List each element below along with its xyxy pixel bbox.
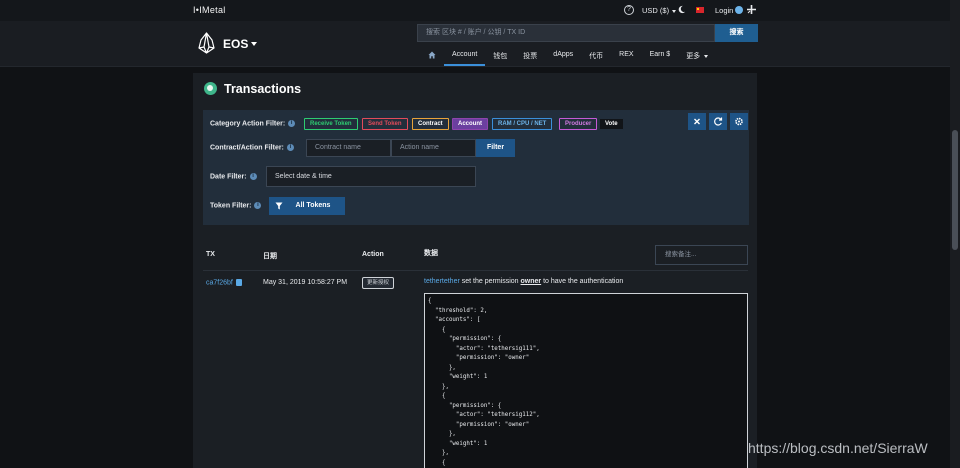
transactions-icon [204, 82, 217, 95]
json-content: { "threshold": 2, "accounts": [ { "permi… [428, 298, 540, 466]
info-icon[interactable]: i [254, 202, 262, 209]
date-filter-label: Date Filter: i [210, 173, 257, 180]
tx-summary: tethertether set the permission owner to… [424, 278, 623, 285]
col-header-action: Action [362, 251, 384, 258]
close-icon [694, 118, 700, 125]
category-filter-text: Category Action Filter: [210, 120, 286, 128]
search-input[interactable]: 搜索 区块 # / 账户 / 公钥 / TX ID [417, 24, 715, 42]
add-icon[interactable] [746, 4, 757, 15]
permission-link[interactable]: owner [521, 278, 542, 285]
action-badge[interactable]: 更新授权 [362, 277, 395, 289]
token-filter-label-value: All Tokens [295, 202, 331, 209]
token-filter-label: Token Filter: i [210, 202, 262, 210]
nav-earn[interactable]: Earn $ [642, 47, 679, 66]
col-header-tx: TX [206, 251, 215, 258]
login-link[interactable]: Login [715, 6, 733, 15]
filter-button[interactable]: Filter [476, 139, 515, 157]
chevron-down-icon[interactable] [251, 42, 257, 46]
category-filter-label: Category Action Filter: i [210, 120, 296, 128]
moon-icon[interactable] [677, 5, 686, 14]
divider [203, 270, 748, 271]
nav-more[interactable]: 更多 [678, 47, 716, 66]
chip-contract[interactable]: Contract [412, 118, 449, 130]
nav-vote[interactable]: 投票 [515, 47, 545, 66]
chip-account[interactable]: Account [452, 118, 488, 130]
refresh-icon [714, 117, 723, 126]
nav-wallet[interactable]: 钱包 [485, 47, 515, 66]
nav-tokens[interactable]: 代币 [581, 47, 611, 66]
chevron-down-icon [704, 54, 709, 58]
top-bar: I•IMetal ? USD ($) Login [0, 0, 960, 21]
nav-dapps[interactable]: dApps [545, 47, 581, 66]
chip-producer[interactable]: Producer [559, 118, 598, 130]
site-logo[interactable]: I•IMetal [193, 5, 226, 15]
date-filter-text: Date Filter: [210, 173, 247, 181]
gear-icon [735, 117, 743, 126]
tx-date: May 31, 2019 10:58:27 PM [263, 279, 348, 286]
chip-vote[interactable]: Vote [599, 118, 624, 130]
page-title: Transactions [224, 82, 302, 96]
contract-name-input[interactable]: Contract name [306, 139, 391, 157]
info-icon[interactable]: i [288, 120, 296, 127]
copy-icon[interactable] [235, 279, 242, 286]
chip-receive-token[interactable]: Receive Token [304, 118, 358, 130]
col-header-date: 日期 [263, 253, 277, 260]
nav-home[interactable] [420, 47, 444, 66]
nav-account[interactable]: Account [444, 47, 486, 66]
chevron-down-icon [672, 9, 677, 13]
token-filter-text: Token Filter: [210, 202, 252, 210]
summary-text-1: set the permission [459, 278, 521, 285]
filter-panel: Category Action Filter: i Receive Token S… [203, 110, 749, 225]
tx-link[interactable]: ca7f26bf [206, 279, 242, 286]
token-filter-dropdown[interactable]: All Tokens [269, 197, 345, 215]
user-status-icon [735, 6, 743, 14]
tx-id: ca7f26bf [206, 279, 233, 287]
chip-ram-cpu-net[interactable]: RAM / CPU / NET [492, 118, 553, 130]
col-header-data: 数据 [424, 250, 438, 257]
info-icon[interactable]: i [249, 173, 257, 180]
nav-rex[interactable]: REX [611, 47, 641, 66]
search-notes-input[interactable]: 搜索备注... [655, 245, 748, 265]
currency-label: USD ($) [642, 6, 670, 15]
chip-send-token[interactable]: Send Token [362, 118, 408, 130]
contract-filter-text: Contract/Action Filter: [210, 144, 284, 152]
header: EOS 搜索 区块 # / 账户 / 公钥 / TX ID 搜索 Account… [0, 21, 960, 67]
summary-text-2: to have the authentication [541, 278, 624, 285]
currency-selector[interactable]: USD ($) [642, 6, 677, 15]
settings-button[interactable] [730, 113, 748, 130]
eos-logo-icon[interactable] [198, 32, 215, 54]
date-picker-input[interactable]: Select date & time [266, 166, 476, 187]
account-link[interactable]: tethertether [424, 278, 460, 285]
transactions-panel: Transactions Category Action Filter: i Re… [193, 73, 757, 468]
main-nav: Account 钱包 投票 dApps 代币 REX Earn $ 更多 [420, 47, 716, 66]
info-icon[interactable]: i [286, 144, 294, 151]
clear-filter-button[interactable] [688, 113, 706, 130]
help-icon[interactable]: ? [624, 5, 634, 15]
action-name-input[interactable]: Action name [391, 139, 476, 157]
funnel-icon [275, 202, 283, 210]
home-icon [428, 51, 436, 59]
contract-filter-label: Contract/Action Filter: i [210, 144, 294, 151]
page-scrollbar-thumb[interactable] [952, 130, 958, 250]
china-flag-icon[interactable] [696, 7, 704, 13]
chain-selector[interactable]: EOS [223, 37, 248, 51]
refresh-button[interactable] [709, 113, 727, 130]
search-button[interactable]: 搜索 [715, 24, 758, 42]
watermark: https://blog.csdn.net/SierraW [748, 440, 928, 456]
nav-more-label: 更多 [686, 53, 701, 60]
json-data-box: { "threshold": 2, "accounts": [ { "permi… [424, 293, 748, 468]
